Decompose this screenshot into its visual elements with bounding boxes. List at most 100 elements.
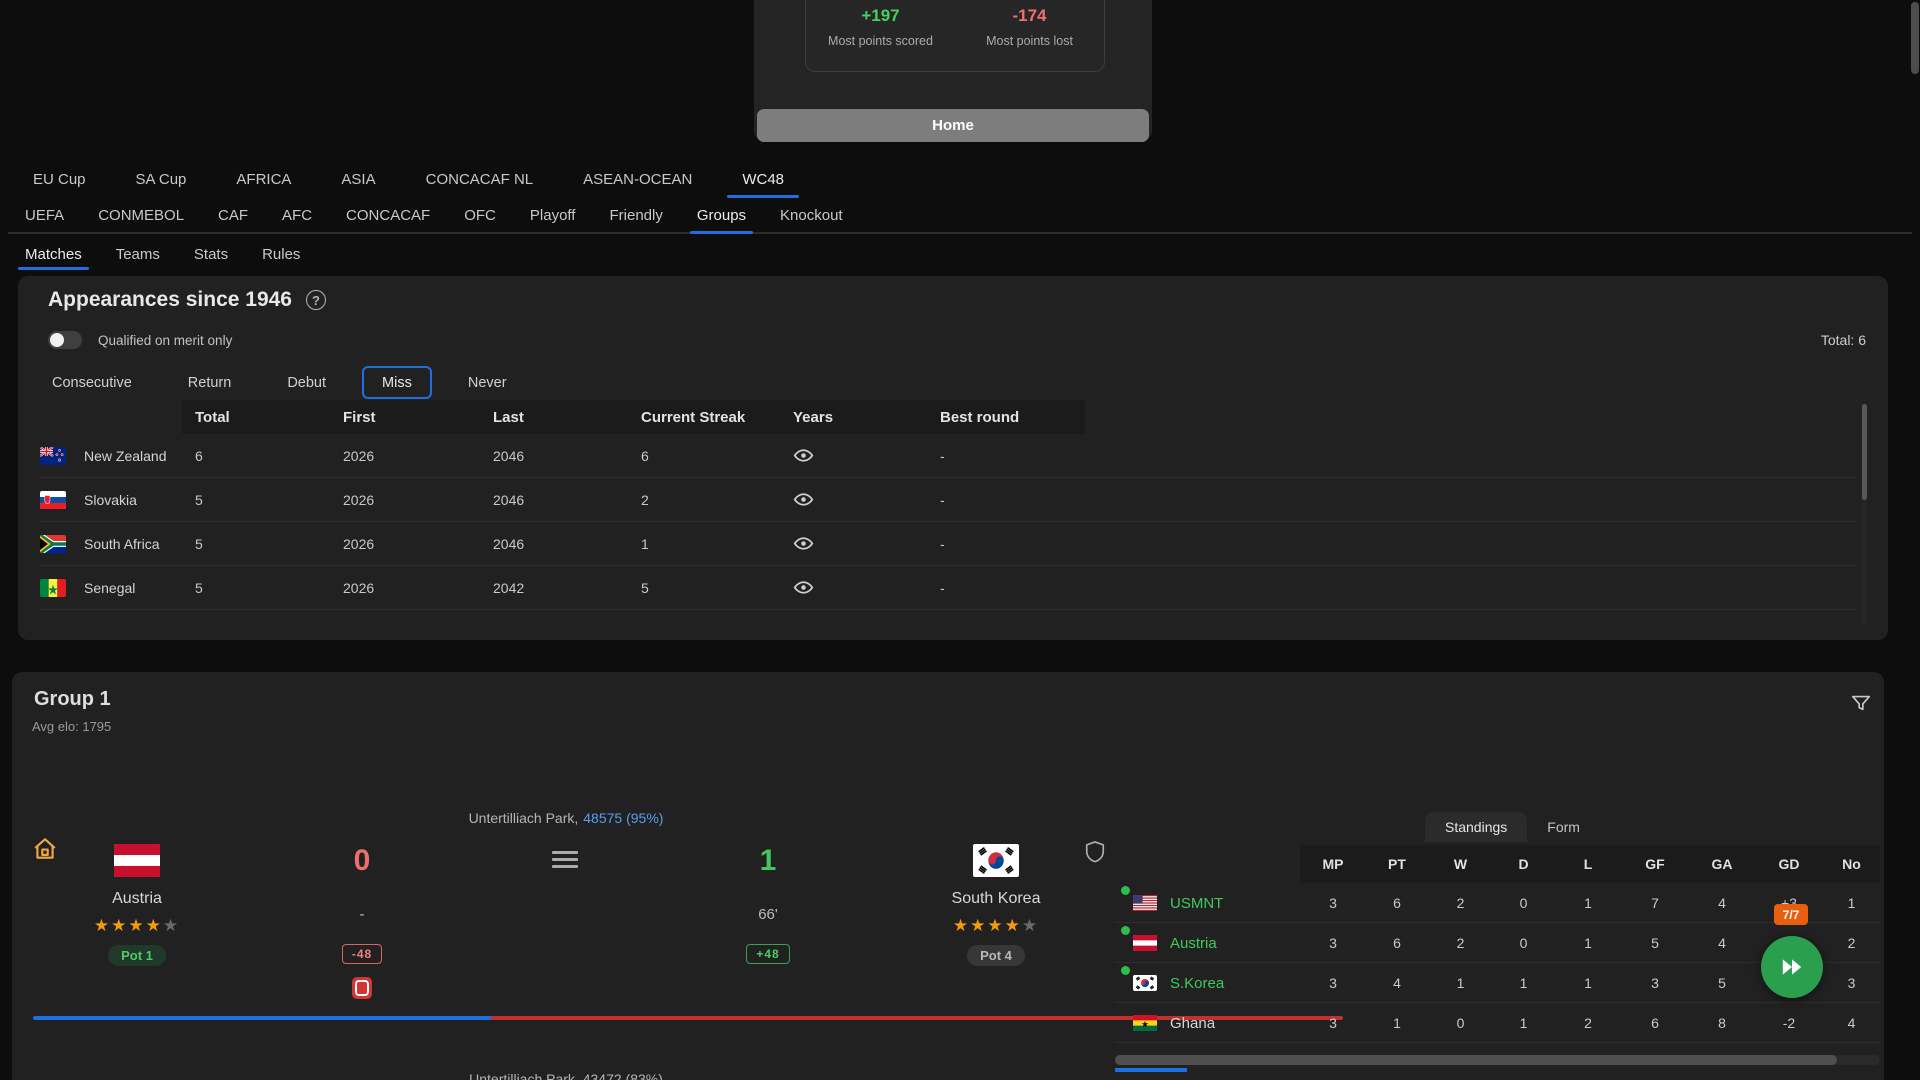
standings-h-scrollbar[interactable] [1115, 1055, 1880, 1065]
cell-streak: 5 [641, 580, 793, 596]
shield-icon[interactable] [1084, 840, 1106, 869]
merit-only-toggle[interactable] [48, 331, 82, 349]
away-score: 1 [708, 844, 828, 878]
scrollbar-thumb[interactable] [1862, 404, 1867, 500]
away-team-name[interactable]: South Korea [952, 890, 1041, 908]
tab-ofc[interactable]: OFC [447, 198, 513, 232]
cell-best-round: - [940, 536, 1856, 552]
momentum-home-segment [33, 1016, 491, 1020]
tab-playoff[interactable]: Playoff [513, 198, 593, 232]
match-menu-icon[interactable] [552, 851, 578, 868]
team-name: Senegal [84, 580, 135, 596]
scrollbar-thumb[interactable] [1911, 2, 1919, 74]
cell-streak: 6 [641, 448, 793, 464]
filter-consecutive[interactable]: Consecutive [32, 366, 152, 399]
cell-no: 3 [1823, 975, 1880, 991]
home-button[interactable]: Home [757, 109, 1149, 142]
filter-return[interactable]: Return [168, 366, 252, 399]
home-team-column: Austria ★★★★★ Pot 1 [37, 844, 237, 966]
cell-total: 6 [195, 448, 343, 464]
page-scrollbar[interactable] [1911, 0, 1919, 1080]
tab-uefa[interactable]: UEFA [8, 198, 81, 232]
table-header-row: Total First Last Current Streak Years Be… [40, 400, 1856, 434]
tab-teams[interactable]: Teams [99, 238, 177, 270]
tab-concacaf[interactable]: CONCACAF [329, 198, 447, 232]
appearances-panel: Appearances since 1946 ? Qualified on me… [18, 276, 1888, 640]
tab-sa-cup[interactable]: SA Cup [111, 160, 212, 198]
next-match-venue: Untertilliach Park, 43472 (83%) [469, 1071, 663, 1080]
scrollbar-thumb[interactable] [1115, 1055, 1837, 1065]
fast-forward-icon [1779, 954, 1805, 980]
fast-forward-button[interactable] [1761, 936, 1823, 998]
tab-rules[interactable]: Rules [245, 238, 317, 270]
years-eye-icon[interactable] [793, 580, 814, 595]
col-l: L [1555, 856, 1621, 872]
tab-caf[interactable]: CAF [201, 198, 265, 232]
years-eye-icon[interactable] [793, 492, 814, 507]
tab-form[interactable]: Form [1527, 812, 1600, 842]
tab-afc[interactable]: AFC [265, 198, 329, 232]
table-row: New Zealand 6 2026 2046 6 - [40, 434, 1856, 478]
qualified-dot [1121, 886, 1130, 895]
cell-first: 2026 [343, 536, 493, 552]
standings-team-name[interactable]: Austria [1170, 935, 1217, 952]
help-icon[interactable]: ? [306, 290, 326, 310]
attendance-link[interactable]: 48575 (95%) [583, 810, 663, 826]
tab-asia[interactable]: ASIA [316, 160, 400, 198]
standings-team-name[interactable]: Ghana [1170, 1015, 1215, 1032]
simulation-progress-badge: 7/7 [1774, 904, 1808, 925]
cell-gf: 3 [1621, 975, 1689, 991]
standings-team-name[interactable]: S.Korea [1170, 975, 1224, 992]
stat-value: +197 [861, 5, 899, 27]
tab-eu-cup[interactable]: EU Cup [8, 160, 111, 198]
tab-conmebol[interactable]: CONMEBOL [81, 198, 201, 232]
col-first: First [343, 409, 493, 426]
match-venue: Untertilliach Park,48575 (95%) [469, 810, 664, 826]
years-eye-icon[interactable] [793, 448, 814, 463]
col-no: No [1823, 856, 1880, 872]
away-goal-minute: 66' [708, 906, 828, 923]
appearances-title: Appearances since 1946 [48, 288, 292, 312]
cell-w: 2 [1429, 895, 1492, 911]
col-mp: MP [1301, 856, 1365, 872]
cell-no: 1 [1823, 895, 1880, 911]
tab-knockout[interactable]: Knockout [763, 198, 860, 232]
filter-never[interactable]: Never [448, 366, 527, 399]
cell-d: 0 [1492, 935, 1555, 951]
cell-mp: 3 [1301, 935, 1365, 951]
appearances-table: Total First Last Current Streak Years Be… [40, 400, 1856, 610]
standings-tabs: Standings Form [1425, 812, 1600, 842]
tab-matches[interactable]: Matches [8, 238, 99, 270]
group-panel: Group 1 Avg elo: 1795 Untertilliach Park… [12, 672, 1884, 1080]
filter-miss[interactable]: Miss [362, 366, 432, 399]
tab-asean-ocean[interactable]: ASEAN-OCEAN [558, 160, 717, 198]
cell-ga: 4 [1689, 895, 1755, 911]
col-gf: GF [1621, 856, 1689, 872]
cell-last: 2046 [493, 448, 641, 464]
home-team-name[interactable]: Austria [112, 890, 162, 908]
tab-standings[interactable]: Standings [1425, 812, 1527, 842]
cell-pt: 6 [1365, 935, 1429, 951]
cell-l: 1 [1555, 975, 1621, 991]
filter-funnel-icon[interactable] [1850, 692, 1872, 719]
filter-debut[interactable]: Debut [267, 366, 346, 399]
tab-africa[interactable]: AFRICA [211, 160, 316, 198]
standings-team-name[interactable]: USMNT [1170, 895, 1223, 912]
flag-new-zealand [40, 447, 66, 465]
stat-most-points-scored: +197 Most points scored [806, 5, 955, 71]
cell-w: 2 [1429, 935, 1492, 951]
tab-stats[interactable]: Stats [177, 238, 245, 270]
cell-mp: 3 [1301, 975, 1365, 991]
tab-wc48[interactable]: WC48 [717, 160, 809, 198]
tab-groups[interactable]: Groups [680, 198, 763, 232]
flag-south-africa [40, 535, 66, 553]
table-row: Senegal 5 2026 2042 5 - [40, 566, 1856, 610]
standings-row: Ghana 3 1 0 1 2 6 8 -2 4 [1115, 1003, 1880, 1043]
competition-tabs: EU Cup SA Cup AFRICA ASIA CONCACAF NL AS… [8, 160, 809, 198]
years-eye-icon[interactable] [793, 536, 814, 551]
table-scrollbar[interactable] [1862, 404, 1867, 626]
venue-name: Untertilliach Park, [469, 810, 579, 826]
cell-ga: 8 [1689, 1015, 1755, 1031]
tab-friendly[interactable]: Friendly [592, 198, 679, 232]
tab-concacaf-nl[interactable]: CONCACAF NL [401, 160, 559, 198]
